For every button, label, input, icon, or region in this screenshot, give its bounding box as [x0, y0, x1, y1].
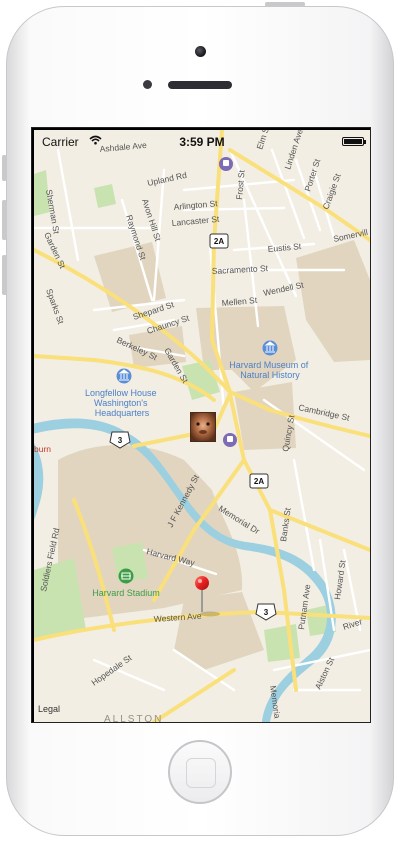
harvard-stadium-label: Harvard Stadium: [92, 588, 160, 598]
longfellow-label-1: Longfellow House: [85, 388, 157, 398]
transit-icon-porter[interactable]: [219, 157, 233, 171]
home-button[interactable]: [168, 740, 232, 804]
user-avatar-annotation[interactable]: [190, 412, 216, 442]
svg-text:Longfellow House Was: Longfellow House Washington's Headquarte…: [85, 388, 159, 418]
longfellow-label-3: Headquarters: [95, 408, 150, 418]
transit-icon-harvard[interactable]: [223, 433, 237, 447]
mute-switch: [2, 155, 7, 181]
power-button: [265, 2, 305, 7]
map-view[interactable]: Sherman St Garden St Sparks St Upland Rd…: [34, 130, 370, 722]
front-camera: [195, 46, 206, 57]
route-shield-2a-north: 2A: [209, 233, 229, 249]
allston-label: ALLSTON: [104, 714, 163, 722]
svg-text:3: 3: [264, 608, 269, 617]
avatar: [191, 413, 215, 441]
phone-frame: Sherman St Garden St Sparks St Upland Rd…: [0, 0, 400, 843]
status-bar: Carrier 3:59 PM: [34, 130, 370, 150]
harvard-museum-label-2: Natural History: [240, 370, 300, 380]
svg-text:2A: 2A: [214, 237, 224, 246]
proximity-sensor: [143, 80, 152, 89]
svg-text:3: 3: [118, 436, 123, 445]
earpiece-speaker: [168, 81, 232, 89]
volume-down-button: [2, 255, 7, 295]
screen: Sherman St Garden St Sparks St Upland Rd…: [31, 127, 371, 723]
pin-icon: [195, 576, 209, 590]
harvard-museum-label-1: Harvard Museum of: [229, 360, 309, 370]
auburn-label: burn: [34, 444, 51, 454]
legal-link[interactable]: Legal: [38, 704, 60, 714]
battery-icon: [342, 137, 366, 146]
svg-text:2A: 2A: [254, 477, 264, 486]
longfellow-label-2: Washington's: [94, 398, 148, 408]
svg-text:Harvard Museum of Na: Harvard Museum of Natural History: [229, 360, 311, 380]
volume-up-button: [2, 200, 7, 240]
route-shield-2a-south: 2A: [249, 473, 269, 489]
status-time: 3:59 PM: [179, 135, 225, 149]
